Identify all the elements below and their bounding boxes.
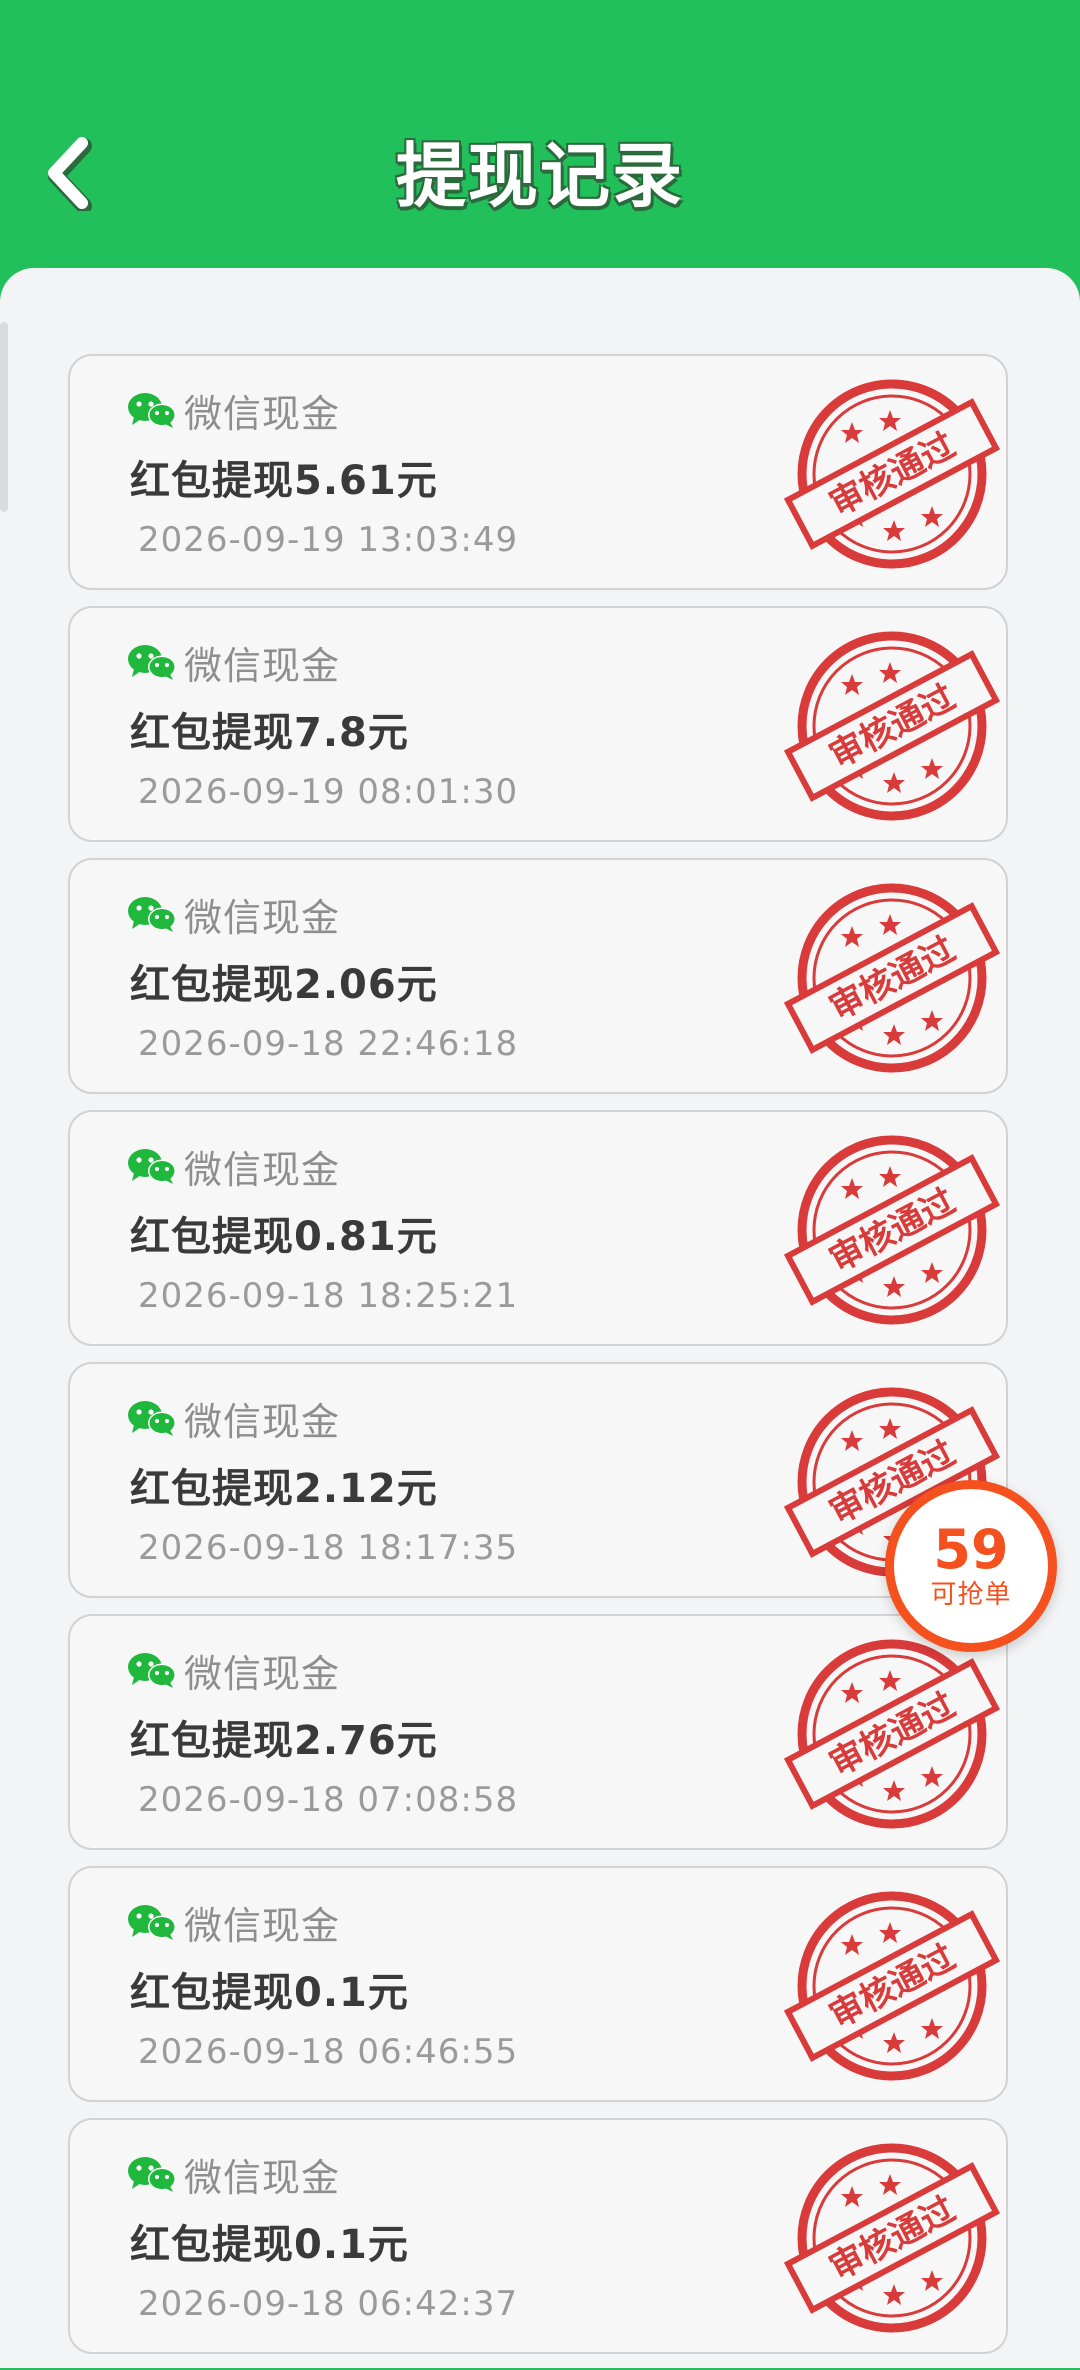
record-timestamp: 2026-09-19 13:03:49 <box>138 520 519 560</box>
source-label: 微信现金 <box>184 895 341 940</box>
wechat-icon <box>128 645 176 680</box>
record-card[interactable]: 微信现金 红包提现2.76元 2026-09-18 07:08:58 审核通过 <box>68 1614 1008 1850</box>
record-timestamp: 2026-09-18 18:25:21 <box>138 1276 519 1316</box>
approved-stamp-icon: 审核通过 <box>783 1639 1001 1829</box>
source-label: 微信现金 <box>184 1651 341 1696</box>
source-label: 微信现金 <box>184 391 341 436</box>
record-amount-title: 红包提现2.12元 <box>130 1466 438 1512</box>
card-source: 微信现金 <box>126 1142 340 1192</box>
record-amount-title: 红包提现5.61元 <box>130 458 438 504</box>
record-timestamp: 2026-09-18 06:42:37 <box>138 2284 519 2324</box>
wechat-icon <box>128 1149 176 1184</box>
card-source: 微信现金 <box>126 890 340 940</box>
record-timestamp: 2026-09-18 06:46:55 <box>138 2032 519 2072</box>
record-amount-title: 红包提现2.06元 <box>130 962 438 1008</box>
card-source: 微信现金 <box>126 386 340 436</box>
record-card[interactable]: 微信现金 红包提现5.61元 2026-09-19 13:03:49 审核通过 <box>68 354 1008 590</box>
record-amount-title: 红包提现0.81元 <box>130 1214 438 1260</box>
record-amount-title: 红包提现0.1元 <box>130 1970 409 2016</box>
record-timestamp: 2026-09-19 08:01:30 <box>138 772 519 812</box>
record-timestamp: 2026-09-18 18:17:35 <box>138 1528 519 1568</box>
record-amount-title: 红包提现7.8元 <box>130 710 409 756</box>
header-bar: 提现记录 <box>0 0 1080 272</box>
record-card[interactable]: 微信现金 红包提现0.1元 2026-09-18 06:46:55 审核通过 <box>68 1866 1008 2102</box>
approved-stamp-icon: 审核通过 <box>783 631 1001 821</box>
card-source: 微信现金 <box>126 1646 340 1696</box>
wechat-icon <box>128 897 176 932</box>
approved-stamp-icon: 审核通过 <box>783 1135 1001 1325</box>
grab-order-count: 59 <box>933 1518 1009 1581</box>
wechat-icon <box>128 2157 176 2192</box>
approved-stamp-icon: 审核通过 <box>783 2143 1001 2333</box>
wechat-icon <box>128 1905 176 1940</box>
approved-stamp-icon: 审核通过 <box>783 883 1001 1073</box>
record-timestamp: 2026-09-18 07:08:58 <box>138 1780 519 1820</box>
page-title: 提现记录 <box>396 135 684 217</box>
source-label: 微信现金 <box>184 643 341 688</box>
card-source: 微信现金 <box>126 2150 340 2200</box>
card-source: 微信现金 <box>126 1394 340 1444</box>
record-card[interactable]: 微信现金 红包提现2.12元 2026-09-18 18:17:35 审核通过 <box>68 1362 1008 1598</box>
wechat-icon <box>128 1401 176 1436</box>
approved-stamp-icon: 审核通过 <box>783 379 1001 569</box>
record-card[interactable]: 微信现金 红包提现0.81元 2026-09-18 18:25:21 审核通过 <box>68 1110 1008 1346</box>
record-card[interactable]: 微信现金 红包提现7.8元 2026-09-19 08:01:30 审核通过 <box>68 606 1008 842</box>
record-amount-title: 红包提现0.1元 <box>130 2222 409 2268</box>
approved-stamp-icon: 审核通过 <box>783 1891 1001 2081</box>
grab-order-label: 可抢单 <box>930 1580 1012 1610</box>
wechat-icon <box>128 393 176 428</box>
record-card[interactable]: 微信现金 红包提现0.1元 2026-09-18 06:42:37 审核通过 <box>68 2118 1008 2354</box>
record-card[interactable]: 微信现金 红包提现2.06元 2026-09-18 22:46:18 审核通过 <box>68 858 1008 1094</box>
source-label: 微信现金 <box>184 1399 341 1444</box>
wechat-icon <box>128 1653 176 1688</box>
grab-order-float-button[interactable]: 59 可抢单 <box>885 1480 1057 1652</box>
scroll-indicator[interactable] <box>0 322 8 512</box>
record-amount-title: 红包提现2.76元 <box>130 1718 438 1764</box>
source-label: 微信现金 <box>184 1903 341 1948</box>
record-timestamp: 2026-09-18 22:46:18 <box>138 1024 519 1064</box>
source-label: 微信现金 <box>184 2155 341 2200</box>
card-source: 微信现金 <box>126 638 340 688</box>
source-label: 微信现金 <box>184 1147 341 1192</box>
card-source: 微信现金 <box>126 1898 340 1948</box>
withdraw-record-list: 微信现金 红包提现5.61元 2026-09-19 13:03:49 审核通过 <box>68 354 1012 2370</box>
